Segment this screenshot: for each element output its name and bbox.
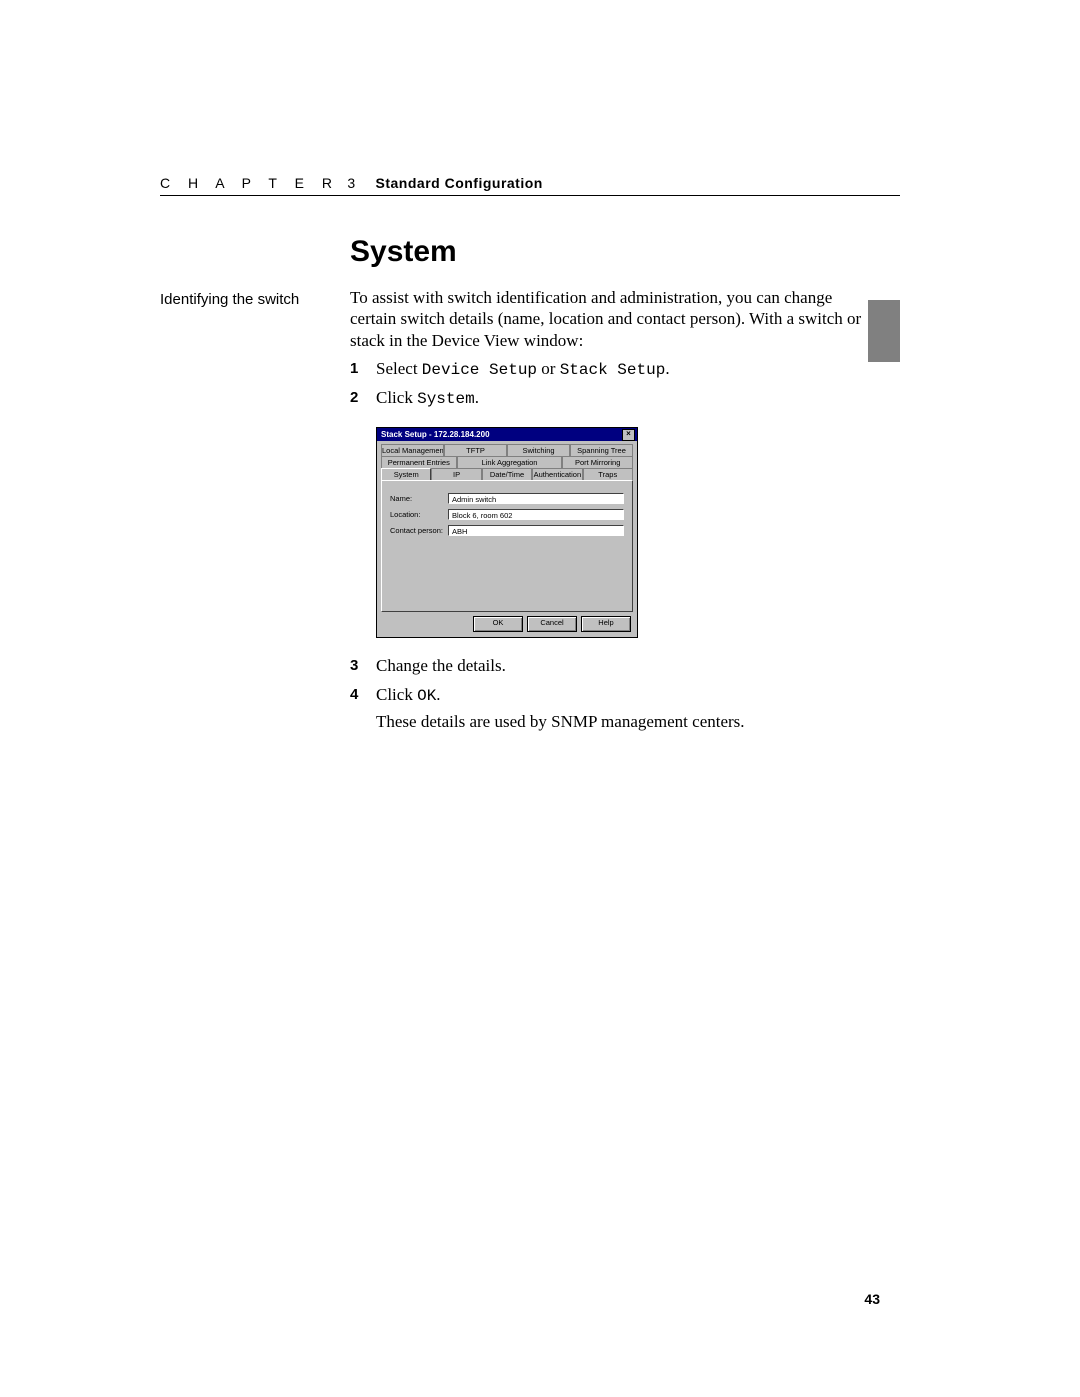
header-rule [160,195,900,196]
page-number: 43 [864,1291,880,1307]
page: C H A P T E R 3 Standard Configuration I… [0,0,1080,1397]
dialog-tabs: Local Management TFTP Switching Spanning… [377,441,637,480]
intro-paragraph: To assist with switch identification and… [350,287,880,351]
text: Click [376,685,417,704]
step-text: Select Device Setup or Stack Setup. [376,357,670,382]
step-number: 4 [350,683,376,708]
after-note: These details are used by SNMP managemen… [376,712,880,732]
name-label: Name: [390,494,448,503]
cancel-button[interactable]: Cancel [527,616,577,632]
content: Identifying the switch System To assist … [160,235,880,732]
chapter-title: Standard Configuration [376,175,543,191]
tab-port-mirroring[interactable]: Port Mirroring [562,456,633,468]
help-button[interactable]: Help [581,616,631,632]
dialog-body: Name: Admin switch Location: Block 6, ro… [381,480,633,612]
code: OK [417,687,436,705]
step-number: 3 [350,654,376,679]
location-field[interactable]: Block 6, room 602 [448,509,624,520]
running-header: C H A P T E R 3 Standard Configuration [160,175,543,191]
code: Stack Setup [560,361,666,379]
dialog-titlebar: Stack Setup - 172.28.184.200 × [377,428,637,441]
step-list-continued: 3 Change the details. 4 Click OK. [350,654,880,708]
tab-traps[interactable]: Traps [583,468,633,480]
text: . [436,685,440,704]
tab-tftp[interactable]: TFTP [444,444,507,456]
chapter-word: C H A P T E R [160,175,339,191]
text: or [537,359,560,378]
tab-date-time[interactable]: Date/Time [482,468,532,480]
tab-local-management[interactable]: Local Management [381,444,444,456]
section-heading: System [350,235,880,269]
text: . [665,359,669,378]
tab-authentication[interactable]: Authentication [532,468,582,480]
step-2: 2 Click System. [350,386,880,411]
ok-button[interactable]: OK [473,616,523,632]
tab-switching[interactable]: Switching [507,444,570,456]
step-text: Click OK. [376,683,441,708]
step-1: 1 Select Device Setup or Stack Setup. [350,357,880,382]
contact-label: Contact person: [390,526,448,535]
tab-ip[interactable]: IP [431,468,481,480]
step-number: 2 [350,386,376,411]
step-text: Click System. [376,386,479,411]
step-4: 4 Click OK. [350,683,880,708]
tab-link-aggregation[interactable]: Link Aggregation [457,456,563,468]
step-3: 3 Change the details. [350,654,880,679]
close-icon[interactable]: × [622,429,635,441]
margin-note: Identifying the switch [160,235,350,732]
text: Click [376,388,417,407]
stack-setup-dialog: Stack Setup - 172.28.184.200 × Local Man… [376,427,638,638]
dialog-buttons: OK Cancel Help [377,612,637,637]
code: System [417,390,475,408]
tab-permanent-entries[interactable]: Permanent Entries [381,456,457,468]
chapter-number: 3 [347,175,357,191]
step-list: 1 Select Device Setup or Stack Setup. 2 … [350,357,880,411]
name-field[interactable]: Admin switch [448,493,624,504]
step-number: 1 [350,357,376,382]
tab-spanning-tree[interactable]: Spanning Tree [570,444,633,456]
step-text: Change the details. [376,654,506,679]
contact-field[interactable]: ABH [448,525,624,536]
tab-system[interactable]: System [381,468,431,480]
location-label: Location: [390,510,448,519]
dialog-title: Stack Setup - 172.28.184.200 [381,430,490,439]
text: . [475,388,479,407]
text: Select [376,359,422,378]
code: Device Setup [422,361,537,379]
